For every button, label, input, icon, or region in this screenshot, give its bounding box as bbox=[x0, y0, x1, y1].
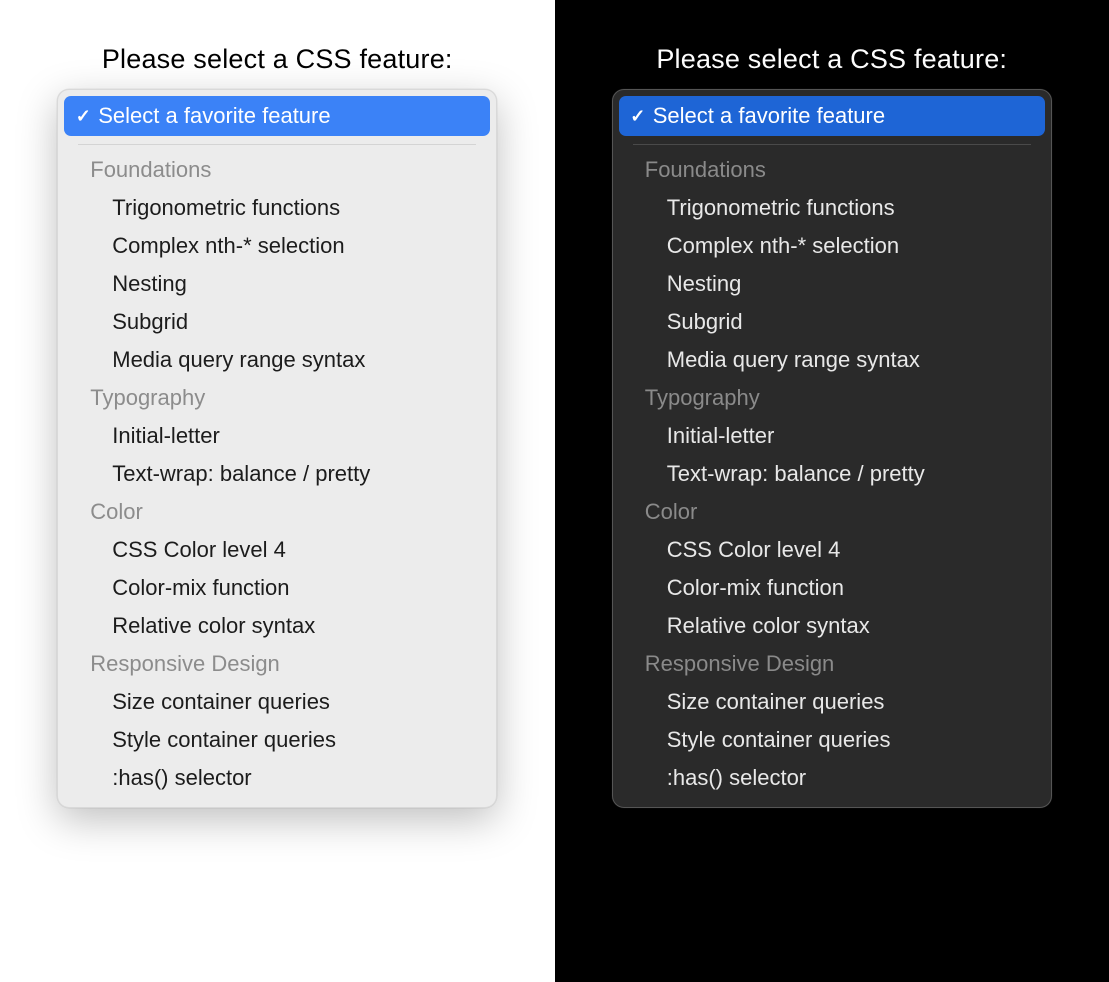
selected-option-label: Select a favorite feature bbox=[98, 103, 330, 129]
option-item[interactable]: Color-mix function bbox=[619, 569, 1045, 607]
checkmark-icon: ✓ bbox=[627, 106, 649, 127]
option-item[interactable]: Relative color syntax bbox=[619, 607, 1045, 645]
optgroup-label: Responsive Design bbox=[619, 645, 1045, 683]
optgroup-label: Typography bbox=[619, 379, 1045, 417]
option-item[interactable]: Size container queries bbox=[619, 683, 1045, 721]
light-mode-pane: Please select a CSS feature: ✓ Select a … bbox=[0, 0, 555, 982]
optgroup-label: Responsive Design bbox=[64, 645, 490, 683]
option-item[interactable]: Text-wrap: balance / pretty bbox=[64, 455, 490, 493]
optgroup-label: Color bbox=[64, 493, 490, 531]
option-item[interactable]: Subgrid bbox=[64, 303, 490, 341]
option-item[interactable]: Color-mix function bbox=[64, 569, 490, 607]
option-item[interactable]: Complex nth-* selection bbox=[619, 227, 1045, 265]
optgroup-label: Foundations bbox=[619, 151, 1045, 189]
selected-option-row[interactable]: ✓ Select a favorite feature bbox=[619, 96, 1045, 136]
option-item[interactable]: CSS Color level 4 bbox=[64, 531, 490, 569]
option-item[interactable]: Trigonometric functions bbox=[64, 189, 490, 227]
option-item[interactable]: Size container queries bbox=[64, 683, 490, 721]
option-item[interactable]: Initial-letter bbox=[64, 417, 490, 455]
menu-separator bbox=[78, 144, 476, 145]
checkmark-icon: ✓ bbox=[72, 106, 94, 127]
selected-option-label: Select a favorite feature bbox=[653, 103, 885, 129]
option-item[interactable]: Style container queries bbox=[619, 721, 1045, 759]
prompt-label: Please select a CSS feature: bbox=[102, 44, 453, 75]
optgroup-label: Foundations bbox=[64, 151, 490, 189]
selected-option-row[interactable]: ✓ Select a favorite feature bbox=[64, 96, 490, 136]
select-popup[interactable]: ✓ Select a favorite feature Foundations … bbox=[612, 89, 1052, 808]
option-item[interactable]: Style container queries bbox=[64, 721, 490, 759]
option-item[interactable]: Text-wrap: balance / pretty bbox=[619, 455, 1045, 493]
option-item[interactable]: Complex nth-* selection bbox=[64, 227, 490, 265]
option-item[interactable]: Subgrid bbox=[619, 303, 1045, 341]
optgroup-label: Color bbox=[619, 493, 1045, 531]
option-item[interactable]: Nesting bbox=[64, 265, 490, 303]
option-item[interactable]: Media query range syntax bbox=[64, 341, 490, 379]
menu-separator bbox=[633, 144, 1031, 145]
option-item[interactable]: CSS Color level 4 bbox=[619, 531, 1045, 569]
optgroup-label: Typography bbox=[64, 379, 490, 417]
option-item[interactable]: Relative color syntax bbox=[64, 607, 490, 645]
dark-mode-pane: Please select a CSS feature: ✓ Select a … bbox=[555, 0, 1109, 982]
option-item[interactable]: Trigonometric functions bbox=[619, 189, 1045, 227]
option-item[interactable]: Nesting bbox=[619, 265, 1045, 303]
select-popup[interactable]: ✓ Select a favorite feature Foundations … bbox=[57, 89, 497, 808]
option-item[interactable]: Initial-letter bbox=[619, 417, 1045, 455]
prompt-label: Please select a CSS feature: bbox=[656, 44, 1007, 75]
option-item[interactable]: :has() selector bbox=[619, 759, 1045, 797]
option-item[interactable]: :has() selector bbox=[64, 759, 490, 797]
option-item[interactable]: Media query range syntax bbox=[619, 341, 1045, 379]
